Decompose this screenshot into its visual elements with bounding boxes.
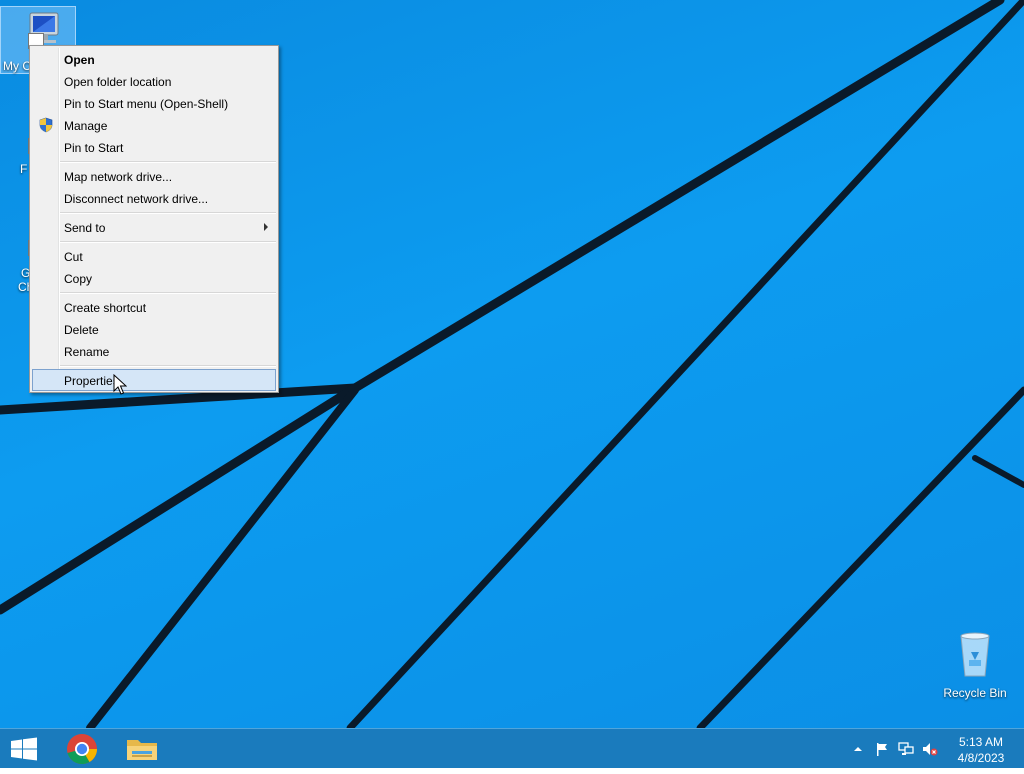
taskbar: 5:13 AM 4/8/2023 bbox=[0, 728, 1024, 768]
taskbar-chrome-button[interactable] bbox=[58, 729, 106, 769]
recycle-bin-desktop-icon[interactable]: Recycle Bin bbox=[937, 630, 1013, 700]
menu-item-label: Properties bbox=[64, 374, 119, 388]
submenu-arrow-icon bbox=[264, 223, 268, 231]
recycle-bin-label: Recycle Bin bbox=[943, 686, 1007, 700]
menu-item-label: Pin to Start menu (Open-Shell) bbox=[64, 97, 229, 111]
mouse-cursor-icon bbox=[113, 374, 127, 395]
menu-separator bbox=[60, 365, 276, 367]
menu-item-pin-to-start-menu-openshell[interactable]: Pin to Start menu (Open-Shell) bbox=[32, 92, 276, 114]
chrome-icon bbox=[67, 734, 97, 765]
menu-item-label: Pin to Start bbox=[64, 141, 124, 155]
menu-item-send-to[interactable]: Send to bbox=[32, 216, 276, 238]
uac-shield-icon bbox=[39, 117, 53, 133]
menu-item-label: Rename bbox=[64, 345, 110, 359]
menu-item-label: Open folder location bbox=[64, 75, 172, 89]
menu-item-properties[interactable]: Properties bbox=[32, 369, 276, 391]
menu-separator bbox=[60, 241, 276, 243]
menu-item-label: Manage bbox=[64, 119, 108, 133]
menu-separator bbox=[60, 292, 276, 294]
start-button[interactable] bbox=[0, 729, 48, 769]
menu-item-cut[interactable]: Cut bbox=[32, 245, 276, 267]
menu-item-copy[interactable]: Copy bbox=[32, 267, 276, 289]
menu-item-label: Open bbox=[64, 53, 95, 67]
menu-item-create-shortcut[interactable]: Create shortcut bbox=[32, 296, 276, 318]
menu-separator bbox=[60, 212, 276, 214]
desktop[interactable]: My C F G Ch Recycle Bin Open Open folder… bbox=[0, 0, 1024, 728]
taskbar-clock[interactable]: 5:13 AM 4/8/2023 bbox=[948, 734, 1014, 766]
clock-date: 4/8/2023 bbox=[957, 751, 1005, 765]
menu-separator bbox=[60, 161, 276, 163]
menu-item-pin-to-start[interactable]: Pin to Start bbox=[32, 136, 276, 158]
my-computer-label: My C bbox=[3, 59, 31, 73]
context-menu: Open Open folder location Pin to Start m… bbox=[29, 45, 279, 393]
start-icon bbox=[11, 737, 37, 761]
menu-item-disconnect-network-drive[interactable]: Disconnect network drive... bbox=[32, 187, 276, 209]
taskbar-file-explorer-button[interactable] bbox=[118, 729, 166, 769]
menu-item-open-folder-location[interactable]: Open folder location bbox=[32, 70, 276, 92]
menu-item-label: Cut bbox=[64, 250, 83, 264]
clock-time: 5:13 AM bbox=[958, 735, 1004, 749]
show-hidden-icons-chevron[interactable] bbox=[850, 741, 866, 757]
volume-muted-icon[interactable] bbox=[922, 741, 938, 757]
action-center-flag-icon[interactable] bbox=[874, 741, 890, 757]
menu-item-open[interactable]: Open bbox=[32, 48, 276, 70]
menu-item-label: Delete bbox=[64, 323, 99, 337]
recycle-bin-icon bbox=[951, 630, 999, 678]
menu-item-delete[interactable]: Delete bbox=[32, 318, 276, 340]
menu-item-label: Disconnect network drive... bbox=[64, 192, 209, 206]
network-icon[interactable] bbox=[898, 741, 914, 757]
menu-item-label: Map network drive... bbox=[64, 170, 173, 184]
menu-item-label: Create shortcut bbox=[64, 301, 147, 315]
file-explorer-icon bbox=[127, 740, 157, 760]
menu-item-label: Send to bbox=[64, 221, 106, 235]
menu-item-label: Copy bbox=[64, 272, 93, 286]
menu-item-rename[interactable]: Rename bbox=[32, 340, 276, 362]
firefox-label: F bbox=[20, 162, 28, 176]
menu-item-manage[interactable]: Manage bbox=[32, 114, 276, 136]
menu-item-map-network-drive[interactable]: Map network drive... bbox=[32, 165, 276, 187]
